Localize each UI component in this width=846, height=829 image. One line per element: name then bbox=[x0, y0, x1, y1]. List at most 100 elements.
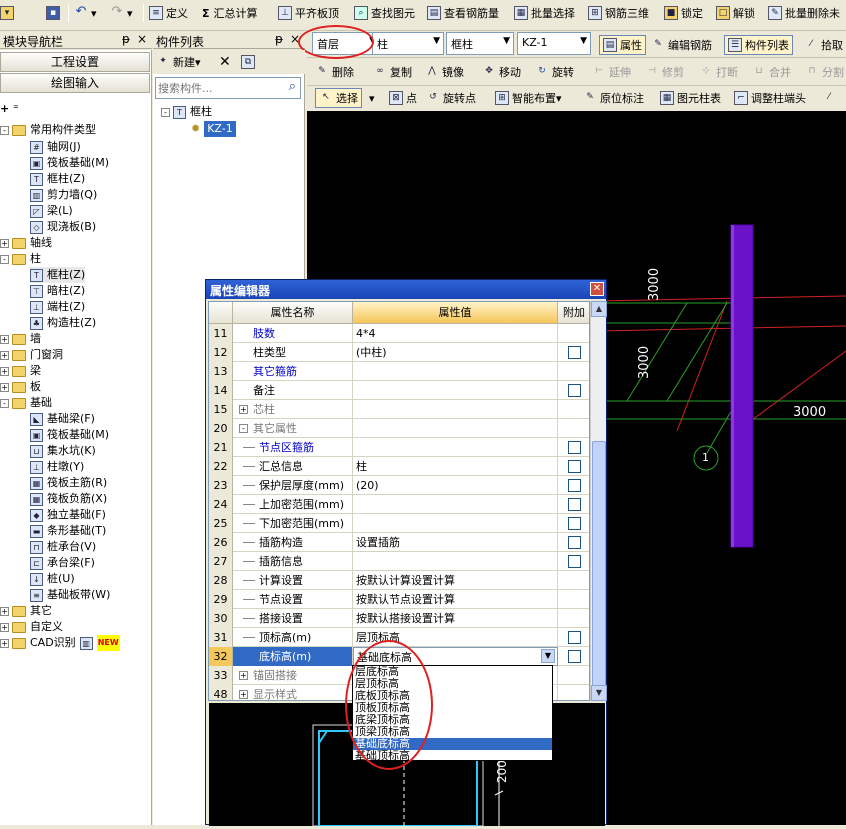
extend-button[interactable]: ⊢ 延伸 bbox=[592, 62, 631, 82]
tree-item[interactable]: 筏板主筋(R) bbox=[47, 475, 107, 491]
property-row[interactable]: 26 插筋构造 设置插筋 bbox=[209, 533, 589, 552]
scroll-thumb[interactable] bbox=[592, 441, 606, 693]
extra-checkbox[interactable] bbox=[568, 536, 581, 549]
property-row[interactable]: 23 保护层厚度(mm) (20) bbox=[209, 476, 589, 495]
property-row[interactable]: 25 下加密范围(mm) bbox=[209, 514, 589, 533]
tree-item[interactable]: 基础梁(F) bbox=[47, 411, 95, 427]
member-list-button[interactable]: ☰ 构件列表 bbox=[724, 35, 793, 55]
member-item-kz1[interactable]: KZ-1 bbox=[204, 121, 236, 137]
copy-button[interactable]: ∞ 复制 bbox=[373, 62, 412, 82]
property-row[interactable]: 15 芯柱 + bbox=[209, 400, 589, 419]
close-icon[interactable]: ✕ bbox=[590, 282, 604, 296]
property-value[interactable] bbox=[353, 552, 558, 571]
property-value[interactable] bbox=[353, 495, 558, 514]
collapse-icon[interactable]: - bbox=[0, 254, 9, 264]
tree-other[interactable]: 其它 bbox=[30, 603, 52, 619]
member-tree-root[interactable]: 框柱 bbox=[190, 104, 212, 120]
collapse-icon[interactable]: - bbox=[0, 398, 9, 408]
member-search-input[interactable] bbox=[158, 80, 276, 96]
open-icon[interactable]: ▾ bbox=[0, 3, 17, 23]
extra-checkbox[interactable] bbox=[568, 384, 581, 397]
expand-icon[interactable]: + bbox=[0, 622, 9, 632]
property-value[interactable] bbox=[353, 438, 558, 457]
extra-checkbox[interactable] bbox=[568, 631, 581, 644]
tree-item[interactable]: 框柱(Z) bbox=[47, 171, 85, 187]
property-row[interactable]: 13 其它箍筋 bbox=[209, 362, 589, 381]
property-value[interactable]: 柱 bbox=[353, 457, 558, 476]
tree-item[interactable]: 集水坑(K) bbox=[47, 443, 96, 459]
expand-icon[interactable]: + bbox=[0, 606, 9, 616]
rotate-button[interactable]: ↻ 旋转 bbox=[535, 62, 574, 82]
tree-slab[interactable]: 板 bbox=[30, 379, 41, 395]
drawing-input-button[interactable]: 绘图输入 bbox=[0, 73, 150, 93]
property-value[interactable]: 设置插筋 bbox=[353, 533, 558, 552]
property-row[interactable]: 28 计算设置 按默认计算设置计算 bbox=[209, 571, 589, 590]
origin-mark-button[interactable]: ✎ 原位标注 bbox=[583, 88, 644, 108]
lock-button[interactable]: ■ 锁定 bbox=[664, 3, 703, 23]
select-dropdown[interactable]: ▾ bbox=[369, 88, 375, 108]
define-button[interactable]: ≡ 定义 bbox=[149, 3, 188, 23]
extra-checkbox[interactable] bbox=[568, 441, 581, 454]
property-scrollbar[interactable]: ▲ ▼ bbox=[590, 301, 607, 701]
expand-icon[interactable]: + bbox=[0, 366, 9, 376]
expand-collapse-icon[interactable]: + ⁼ bbox=[0, 102, 19, 115]
expand-icon[interactable]: + bbox=[0, 638, 9, 648]
collapse-icon[interactable]: - bbox=[239, 424, 248, 433]
property-row[interactable]: 27 插筋信息 bbox=[209, 552, 589, 571]
tree-axis[interactable]: 轴线 bbox=[30, 235, 52, 251]
property-row[interactable]: 22 汇总信息柱 bbox=[209, 457, 589, 476]
property-value[interactable] bbox=[353, 419, 558, 438]
property-value[interactable]: 4*4 bbox=[353, 324, 558, 343]
expand-icon[interactable]: + bbox=[0, 238, 9, 248]
trim-button[interactable]: ⊣ 修剪 bbox=[645, 62, 684, 82]
smart-layout-button[interactable]: ⊞ 智能布置 ▾ bbox=[495, 88, 562, 108]
mirror-button[interactable]: ⋀ 镜像 bbox=[425, 62, 464, 82]
pin-icon[interactable]: ᵽ bbox=[275, 32, 283, 46]
expand-icon[interactable]: + bbox=[239, 671, 248, 680]
view-rebar-button[interactable]: ▤ 查看钢筋量 bbox=[427, 3, 499, 23]
category-select[interactable]: 柱 ▼ bbox=[372, 32, 444, 55]
move-button[interactable]: ✥ 移动 bbox=[482, 62, 521, 82]
flush-slab-button[interactable]: ⊥ 平齐板顶 bbox=[278, 3, 339, 23]
chevron-down-icon[interactable]: ▼ bbox=[541, 649, 555, 663]
sum-calc-button[interactable]: Σ 汇总计算 bbox=[202, 3, 258, 23]
undo-button[interactable]: ↶ ▾ bbox=[74, 3, 97, 23]
batch-select-button[interactable]: ▦ 批量选择 bbox=[514, 3, 575, 23]
close-icon[interactable]: × bbox=[137, 32, 147, 46]
extra-checkbox[interactable] bbox=[568, 517, 581, 530]
property-value[interactable]: (中柱) bbox=[353, 343, 558, 362]
collapse-icon[interactable]: - bbox=[0, 125, 9, 135]
property-row[interactable]: 21 节点区箍筋 bbox=[209, 438, 589, 457]
copy-member-icon[interactable]: ⧉ bbox=[241, 52, 258, 72]
tree-item[interactable]: 暗柱(Z) bbox=[47, 283, 85, 299]
expand-icon[interactable]: + bbox=[239, 690, 248, 699]
property-value[interactable]: (20) bbox=[353, 476, 558, 495]
find-element-button[interactable]: ⌕ 查找图元 bbox=[354, 3, 415, 23]
select-button[interactable]: ↖ 选择 bbox=[315, 88, 362, 108]
tree-common[interactable]: 常用构件类型 bbox=[30, 122, 96, 138]
tree-item[interactable]: 框柱(Z) bbox=[47, 267, 85, 283]
break-button[interactable]: ⊹ 打断 bbox=[699, 62, 738, 82]
redo-button[interactable]: ↷ ▾ bbox=[110, 3, 133, 23]
tree-item[interactable]: 构造柱(Z) bbox=[47, 315, 96, 331]
subtype-select[interactable]: 框柱 ▼ bbox=[446, 32, 514, 55]
batch-delete-button[interactable]: ✎ 批量删除未 bbox=[768, 3, 840, 23]
tree-item[interactable]: 端柱(Z) bbox=[47, 299, 85, 315]
tree-item[interactable]: 承台梁(F) bbox=[47, 555, 95, 571]
extra-checkbox[interactable] bbox=[568, 460, 581, 473]
property-row[interactable]: 12 柱类型 (中柱) bbox=[209, 343, 589, 362]
extra-checkbox[interactable] bbox=[568, 555, 581, 568]
edit-rebar-button[interactable]: ✎ 编辑钢筋 bbox=[651, 35, 712, 55]
tree-beam[interactable]: 梁 bbox=[30, 363, 41, 379]
merge-button[interactable]: ⊔ 合并 bbox=[752, 62, 791, 82]
point-button[interactable]: ⊠ 点 bbox=[389, 88, 417, 108]
tree-cad[interactable]: CAD识别 bbox=[30, 635, 76, 651]
delete-member-icon[interactable]: ✕ bbox=[219, 52, 231, 72]
search-icon[interactable]: ⌕ bbox=[289, 79, 296, 94]
tree-item[interactable]: 筏板负筋(X) bbox=[47, 491, 107, 507]
property-row[interactable]: 24 上加密范围(mm) bbox=[209, 495, 589, 514]
adjust-column-end-button[interactable]: ⌐ 调整柱端头 bbox=[734, 88, 806, 108]
tree-item[interactable]: 筏板基础(M) bbox=[47, 155, 109, 171]
tree-item[interactable]: 桩(U) bbox=[47, 571, 75, 587]
tree-item[interactable]: 梁(L) bbox=[47, 203, 73, 219]
